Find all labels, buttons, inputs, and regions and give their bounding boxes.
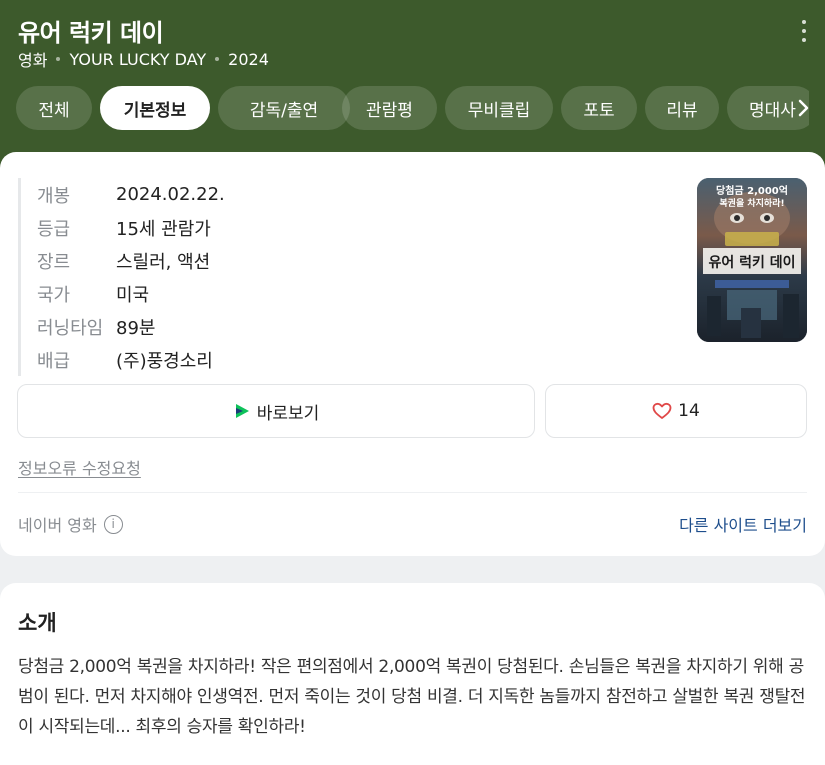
tab-reviews-rating[interactable]: 관람평 [342,86,437,130]
heart-icon [652,402,672,419]
tab-reviews[interactable]: 리뷰 [645,86,719,130]
info-row-genre: 장르 스릴러, 액션 [21,244,418,277]
intro-description: 당첨금 2,000억 복권을 차지하라! 작은 편의점에서 2,000억 복권이… [18,657,806,737]
like-count: 14 [678,401,700,421]
more-sites-link[interactable]: 다른 사이트 더보기 [679,512,807,536]
tab-all[interactable]: 전체 [16,86,92,130]
info-icon[interactable]: i [103,514,123,534]
source-info: 네이버 영화 i [18,512,123,536]
chevron-right-icon[interactable] [790,94,818,122]
source-label: 네이버 영화 [18,516,97,535]
watch-now-label: 바로보기 [256,403,320,424]
info-label: 국가 [37,284,71,306]
info-row-distributor: 배급 (주)풍경소리 [21,343,418,376]
info-value: 미국 [116,284,150,306]
intro-card: 소개 당첨금 2,000억 복권을 차지하라! 작은 편의점에서 2,000억 … [0,583,825,765]
info-value: (주)풍경소리 [116,350,213,372]
report-error-link[interactable]: 정보오류 수정요청 [18,455,141,479]
intro-heading: 소개 [18,611,57,635]
tab-bar: 전체 기본정보 감독/출연 관람평 무비클립 포토 리뷰 명대사 [16,86,809,130]
info-label: 등급 [37,218,71,240]
tab-basic-info[interactable]: 기본정보 [100,86,210,130]
play-icon [235,404,249,418]
info-value: 스릴러, 액션 [116,251,211,273]
movie-poster[interactable]: 당첨금 2,000억 복권을 차지하라! 유어 럭키 데이 [697,178,807,342]
like-button[interactable]: 14 [545,384,807,438]
info-label: 개봉 [37,185,71,207]
info-label: 배급 [37,350,71,372]
divider [18,492,807,493]
separator-dot [215,57,220,61]
separator-dot [56,57,61,61]
info-value: 15세 관람가 [116,218,211,240]
movie-subtitle: 영화 YOUR LUCKY DAY 2024 [18,47,269,71]
release-year: 2024 [228,49,269,69]
info-row-rating: 등급 15세 관람가 [21,211,418,244]
info-row-country: 국가 미국 [21,277,418,310]
more-options-icon[interactable] [799,20,809,42]
basic-info-card: 개봉 2024.02.22. 등급 15세 관람가 장르 스릴러, 액션 국가 … [0,152,825,556]
tab-cast[interactable]: 감독/출연 [218,86,350,130]
info-value: 2024.02.22. [116,184,225,205]
movie-header: 유어 럭키 데이 영화 YOUR LUCKY DAY 2024 전체 기본정보 … [0,0,825,175]
poster-tagline-1: 당첨금 2,000억 [716,184,788,197]
page-title: 유어 럭키 데이 [18,19,164,47]
english-title: YOUR LUCKY DAY [69,49,207,69]
info-row-runtime: 러닝타임 89분 [21,310,418,343]
poster-title: 유어 럭키 데이 [708,254,795,271]
tab-movie-clips[interactable]: 무비클립 [445,86,553,130]
info-label: 장르 [37,251,71,273]
poster-tagline-2: 복권을 차지하라! [719,197,784,209]
info-label: 러닝타임 [37,317,104,339]
category-label: 영화 [18,51,48,70]
info-value: 89분 [116,317,156,339]
tab-photos[interactable]: 포토 [561,86,637,130]
watch-now-button[interactable]: 바로보기 [17,384,535,438]
info-row-release: 개봉 2024.02.22. [21,178,418,211]
info-list: 개봉 2024.02.22. 등급 15세 관람가 장르 스릴러, 액션 국가 … [18,178,418,376]
